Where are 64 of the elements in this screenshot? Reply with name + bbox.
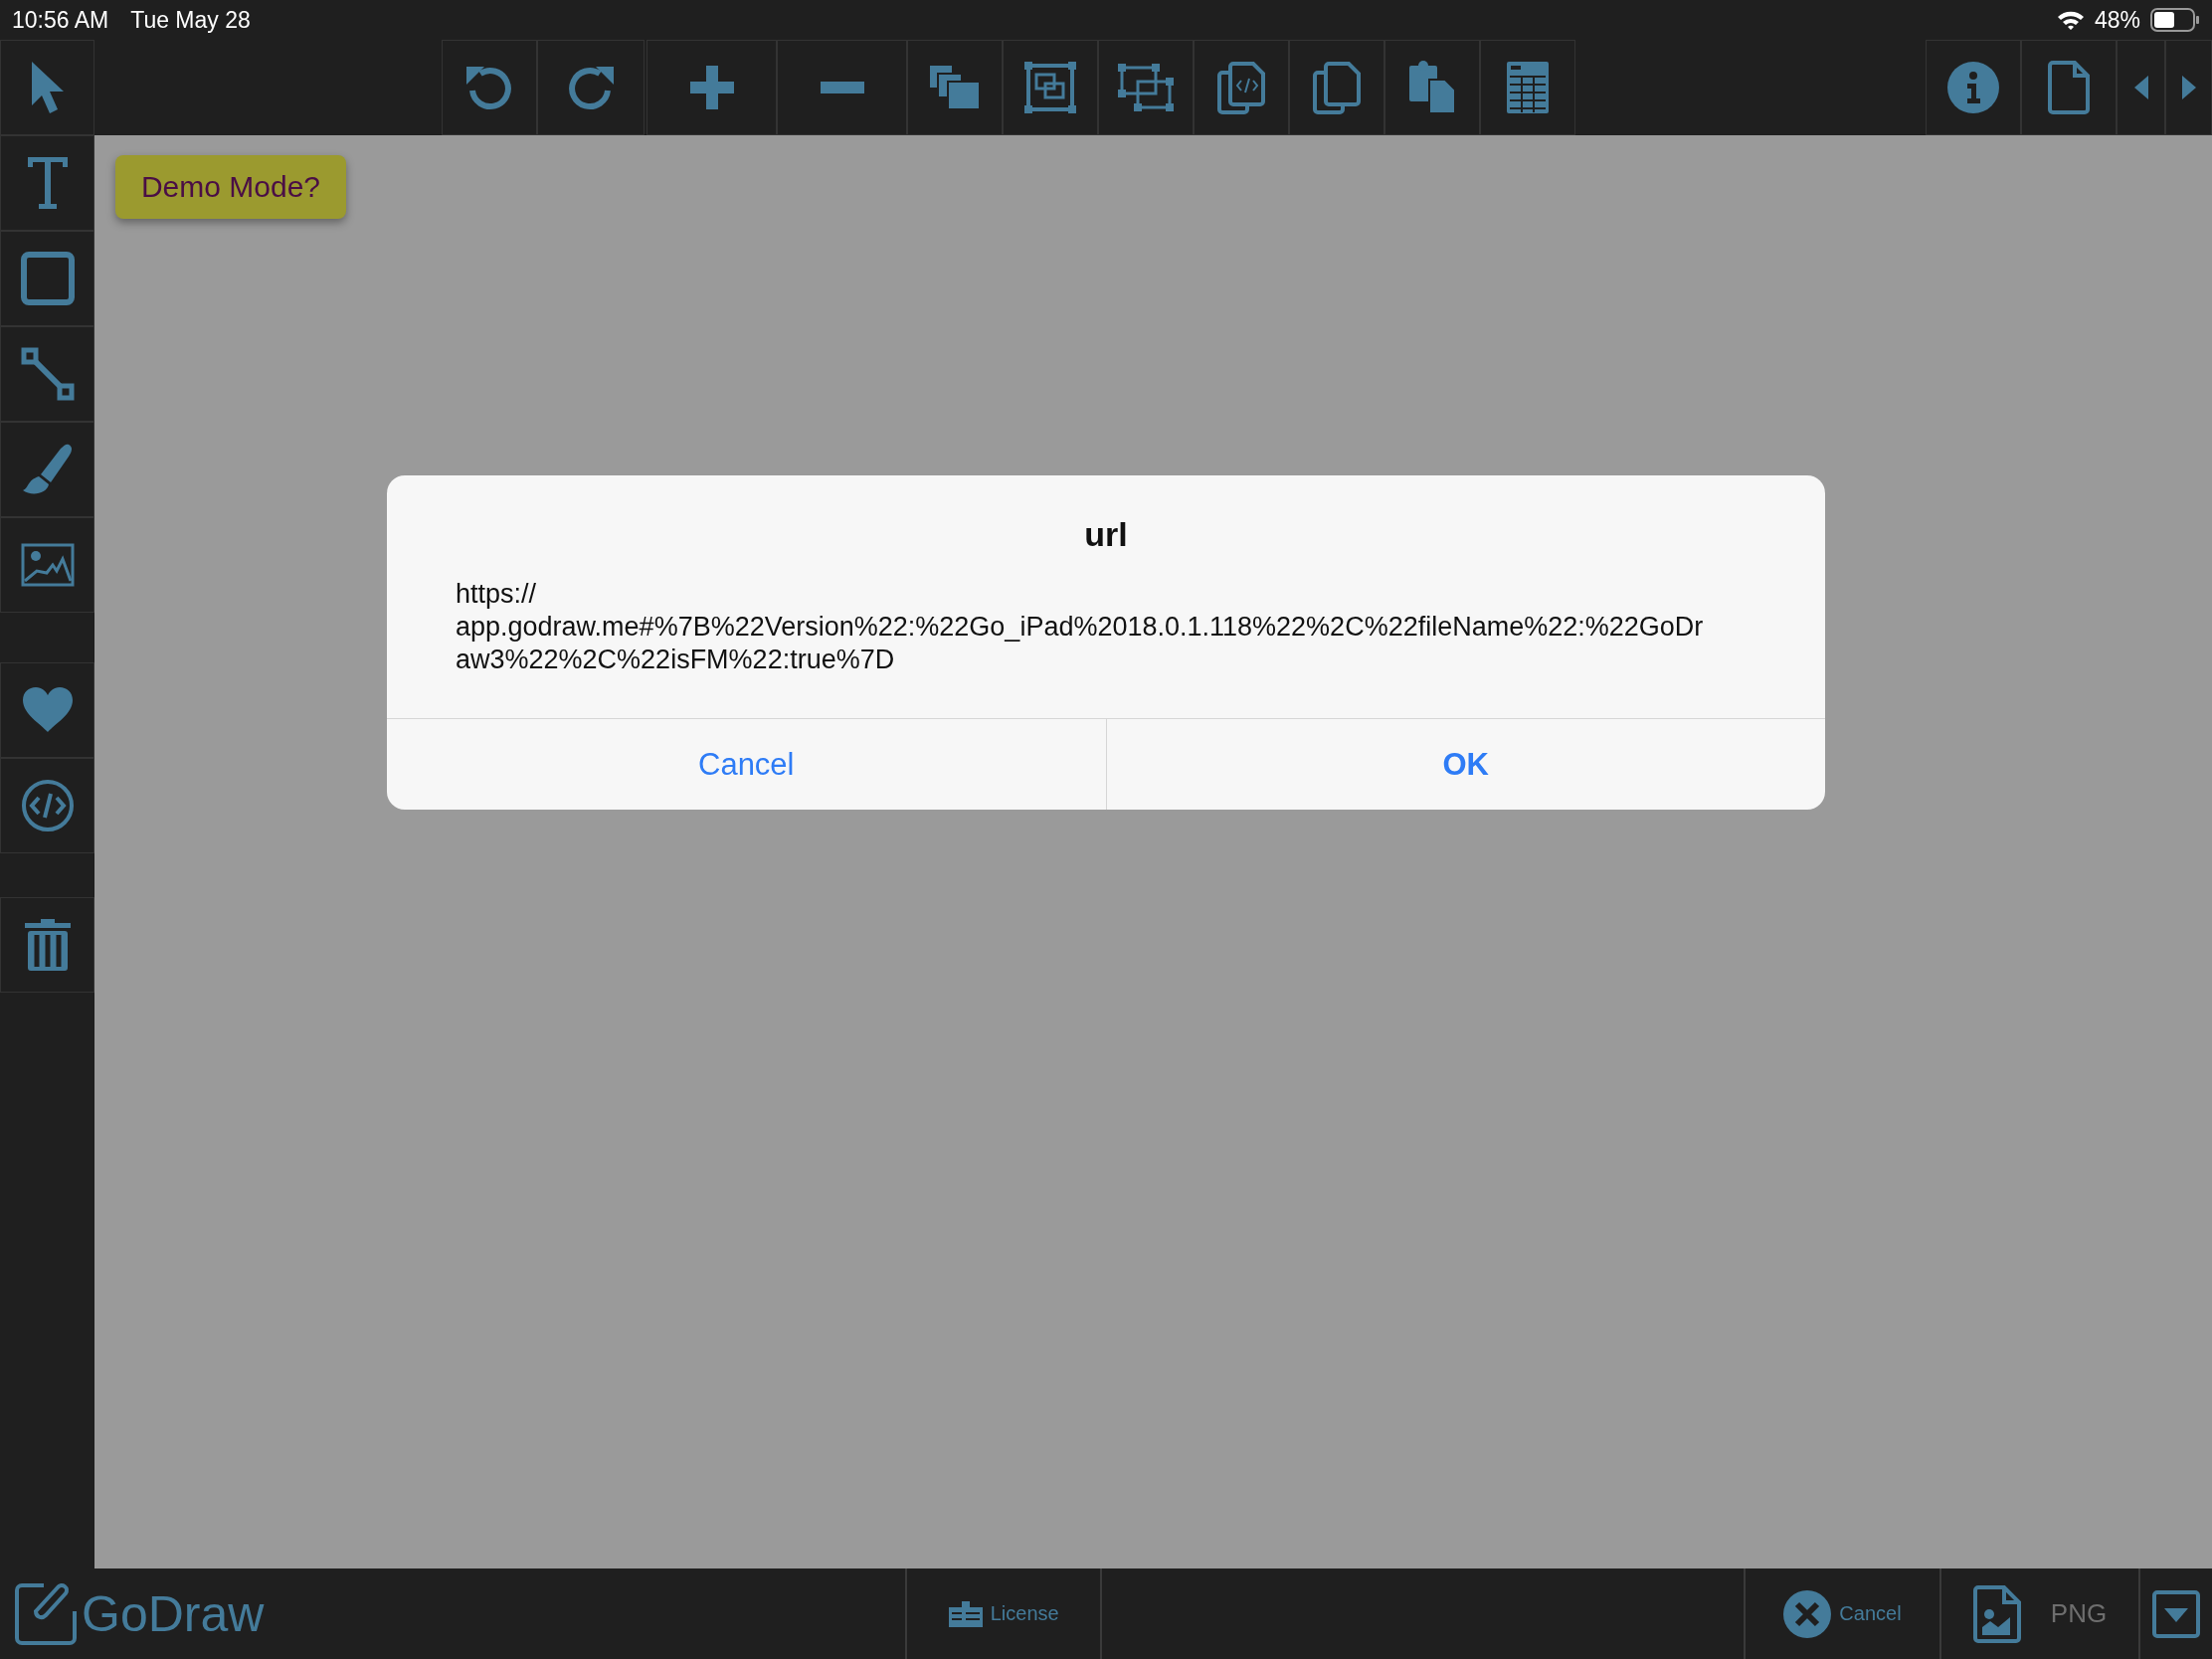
heart-icon [20,686,75,734]
trash-icon [22,918,73,972]
square-icon [20,252,75,305]
caret-down-icon [2152,1589,2200,1638]
cancel-button[interactable]: Cancel [387,719,1106,810]
caret-right-icon [2181,76,2196,99]
info-button[interactable] [1926,40,2021,135]
drawing-canvas[interactable]: Demo Mode? url https:// app.godraw.me#%7B%22Version%22:%22Go_iPad%2018.0.1.118%22%2C%22fileName%22:%22GoDr aw3%22%2C%22isFM%22:true%7D Cancel OK [94,135,2212,1568]
table-icon [1506,61,1550,114]
logo-icon [14,1580,80,1647]
code-document-icon [1216,61,1266,114]
image-file-icon [1972,1584,2021,1643]
png-export-button[interactable]: PNG [1941,1568,2140,1659]
favorites-tool[interactable] [0,662,94,758]
stacked-squares-icon [928,64,982,111]
battery-icon [2150,8,2200,32]
undo-button[interactable] [442,40,537,135]
text-icon [25,155,70,211]
wifi-icon [2056,9,2085,31]
app-logo: GoDraw [0,1568,265,1659]
text-tool[interactable] [0,135,94,231]
next-button[interactable] [2165,40,2212,135]
delete-tool[interactable] [0,897,94,993]
id-card-icon [948,1600,983,1627]
clipboard-icon [1407,60,1457,115]
ok-button[interactable]: OK [1105,719,1825,810]
battery-percent: 48% [2094,6,2140,34]
minus-icon [820,82,864,93]
plus-icon [689,66,734,109]
copy-button[interactable] [1289,40,1384,135]
dialog-message: https:// app.godraw.me#%7B%22Version%22:%22Go_iPad%2018.0.1.118%22%2C%22fileName%22:%22GoDr aw3%22%2C%22isFM%22:true%7D [455,578,1705,676]
zoom-out-button[interactable] [777,40,907,135]
document-icon [2048,61,2090,114]
table-button[interactable] [1480,40,1575,135]
redo-button[interactable] [537,40,645,135]
cancel-export-button[interactable]: Cancel [1744,1568,1941,1659]
arrange-button[interactable] [907,40,1003,135]
ungroup-button[interactable] [1098,40,1194,135]
brush-tool[interactable] [0,422,94,517]
code-icon [20,779,75,832]
demo-mode-button[interactable]: Demo Mode? [115,155,346,219]
ungroup-icon [1118,64,1174,111]
page-button[interactable] [2021,40,2117,135]
status-date: Tue May 28 [130,6,251,34]
paste-button[interactable] [1384,40,1480,135]
info-icon [1946,61,2000,114]
duplicate-code-button[interactable] [1194,40,1289,135]
pointer-tool[interactable] [0,40,94,135]
connector-tool[interactable] [0,326,94,422]
group-icon [1023,61,1077,114]
rectangle-tool[interactable] [0,231,94,326]
group-button[interactable] [1003,40,1098,135]
dialog-title: url [1083,515,1129,554]
caret-left-icon [2133,76,2148,99]
previous-button[interactable] [2117,40,2165,135]
close-icon [1783,1589,1832,1638]
zoom-in-button[interactable] [646,40,777,135]
license-button[interactable]: License [905,1568,1103,1659]
image-tool[interactable] [0,517,94,613]
copy-icon [1312,61,1362,114]
code-tool[interactable] [0,758,94,853]
connector-icon [20,347,75,401]
status-time: 10:56 AM [12,6,109,34]
picture-icon [20,543,75,587]
